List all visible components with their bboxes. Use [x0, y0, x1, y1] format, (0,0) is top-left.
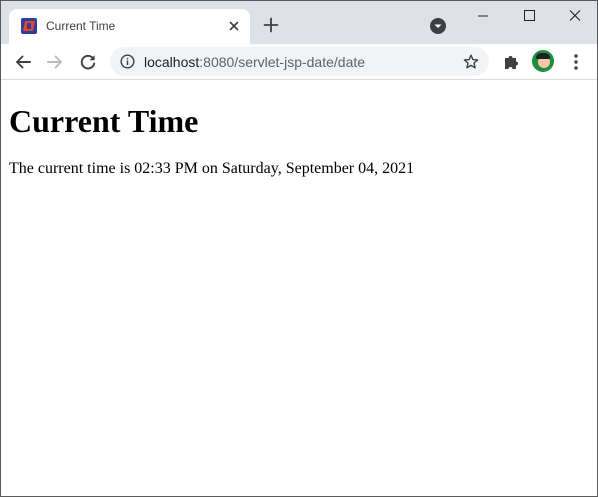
address-bar[interactable]: localhost:8080/servlet-jsp-date/date — [110, 47, 489, 76]
back-button[interactable] — [9, 48, 37, 76]
close-icon — [569, 10, 581, 21]
page-content: Current Time The current time is 02:33 P… — [1, 80, 597, 496]
tab-strip: Current Time — [1, 1, 597, 44]
url-host: localhost — [144, 54, 200, 70]
tab-search-button[interactable] — [430, 18, 446, 34]
maximize-icon — [524, 10, 535, 21]
avatar[interactable] — [532, 50, 554, 72]
puzzle-icon[interactable] — [501, 52, 521, 72]
reload-icon — [80, 54, 96, 70]
browser-toolbar: localhost:8080/servlet-jsp-date/date — [1, 44, 597, 80]
info-icon[interactable] — [120, 54, 135, 69]
reload-button[interactable] — [74, 48, 102, 76]
arrow-left-icon — [16, 55, 31, 69]
jetbrains-app-icon — [21, 18, 37, 34]
current-time-text: The current time is 02:33 PM on Saturday… — [9, 160, 415, 177]
close-window-button[interactable] — [552, 1, 597, 31]
tab-current-time[interactable]: Current Time — [9, 9, 250, 44]
arrow-right-icon — [47, 55, 62, 69]
url-text[interactable]: localhost:8080/servlet-jsp-date/date — [144, 54, 365, 70]
chevron-down-icon — [434, 24, 442, 28]
kebab-menu-icon[interactable] — [567, 52, 585, 72]
forward-button[interactable] — [41, 48, 69, 76]
new-tab-button[interactable] — [260, 14, 282, 36]
tab-title: Current Time — [46, 19, 116, 33]
page-title: Current Time — [9, 103, 199, 139]
url-path: :8080/servlet-jsp-date/date — [199, 54, 366, 70]
avatar-hair — [536, 53, 550, 59]
minimize-icon — [478, 15, 488, 17]
minimize-button[interactable] — [460, 1, 506, 31]
star-icon[interactable] — [462, 53, 480, 71]
plus-icon — [263, 17, 279, 33]
maximize-button[interactable] — [506, 1, 552, 31]
browser-window: Current Time localhost:8080/servlet-jsp-… — [0, 0, 598, 497]
close-icon[interactable] — [226, 18, 242, 34]
